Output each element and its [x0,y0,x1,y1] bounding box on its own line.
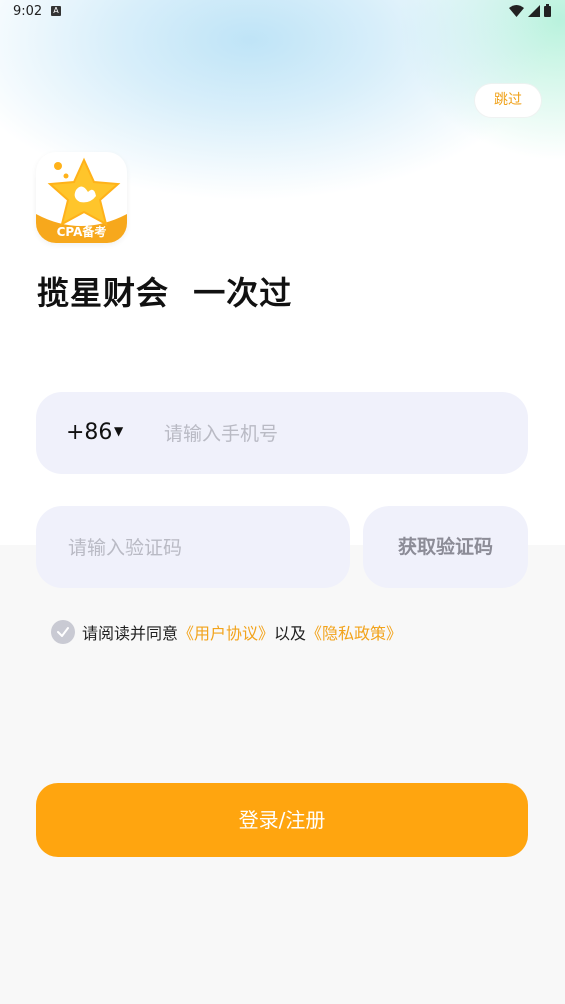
status-icons [509,4,551,17]
agreement-middle: 以及 [274,624,307,643]
check-icon [57,627,69,637]
agreement-row: 请阅读并同意 《用户协议》 以及 《隐私政策》 [51,619,402,645]
form-background [0,545,565,1004]
app-logo: CPA备考 [36,152,127,243]
caret-down-icon[interactable]: ▼ [114,424,123,438]
verification-code-field [36,506,350,588]
battery-icon [544,4,551,17]
slogan-title: 揽星财会 一次过 [37,274,293,312]
phone-field: +86 ▼ [36,392,528,474]
logo-text: CPA备考 [57,224,107,239]
phone-input[interactable] [162,418,506,450]
country-code-selector[interactable]: +86 [66,420,112,445]
wifi-icon [509,4,524,17]
skip-button[interactable]: 跳过 [475,84,541,117]
signal-icon [528,4,540,17]
a-badge-icon: A [51,6,61,16]
privacy-policy-link[interactable]: 《隐私政策》 [306,620,402,644]
agreement-checkbox[interactable] [51,620,75,644]
status-bar: 9:02 A [0,0,565,24]
login-register-button[interactable]: 登录/注册 [36,783,528,857]
verification-code-input[interactable] [66,532,330,564]
get-code-button[interactable]: 获取验证码 [363,506,528,588]
status-time: 9:02 [13,4,43,19]
user-agreement-link[interactable]: 《用户协议》 [178,620,274,644]
agreement-prefix: 请阅读并同意 [82,624,179,643]
